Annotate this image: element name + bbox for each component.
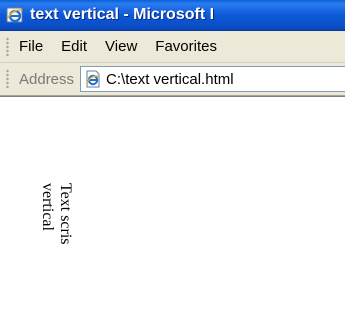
menu-view[interactable]: View [105,38,137,55]
vertical-text-line-1: Text scris [57,183,74,245]
browser-window: text vertical - Microsoft I File Edit Vi… [0,0,345,309]
title-bar[interactable]: text vertical - Microsoft I [0,0,345,31]
page-content: Text scris vertical [0,96,345,309]
address-grip[interactable] [6,69,9,89]
menu-bar: File Edit View Favorites [0,31,345,63]
menu-edit[interactable]: Edit [61,38,87,55]
vertical-text-block: Text scris vertical [38,183,74,245]
address-input[interactable]: C:\text vertical.html [106,71,234,88]
address-field[interactable]: C:\text vertical.html [80,66,345,92]
menu-file[interactable]: File [19,38,43,55]
menu-favorites[interactable]: Favorites [155,38,217,55]
ie-page-icon [84,70,102,88]
vertical-text-line-2: vertical [39,183,56,231]
address-label: Address [19,70,75,88]
toolbar-grip[interactable] [6,36,9,57]
window-title: text vertical - Microsoft I [30,6,215,23]
ie-logo-icon [6,6,24,24]
address-bar: Address C:\text vertical.html [0,63,345,96]
